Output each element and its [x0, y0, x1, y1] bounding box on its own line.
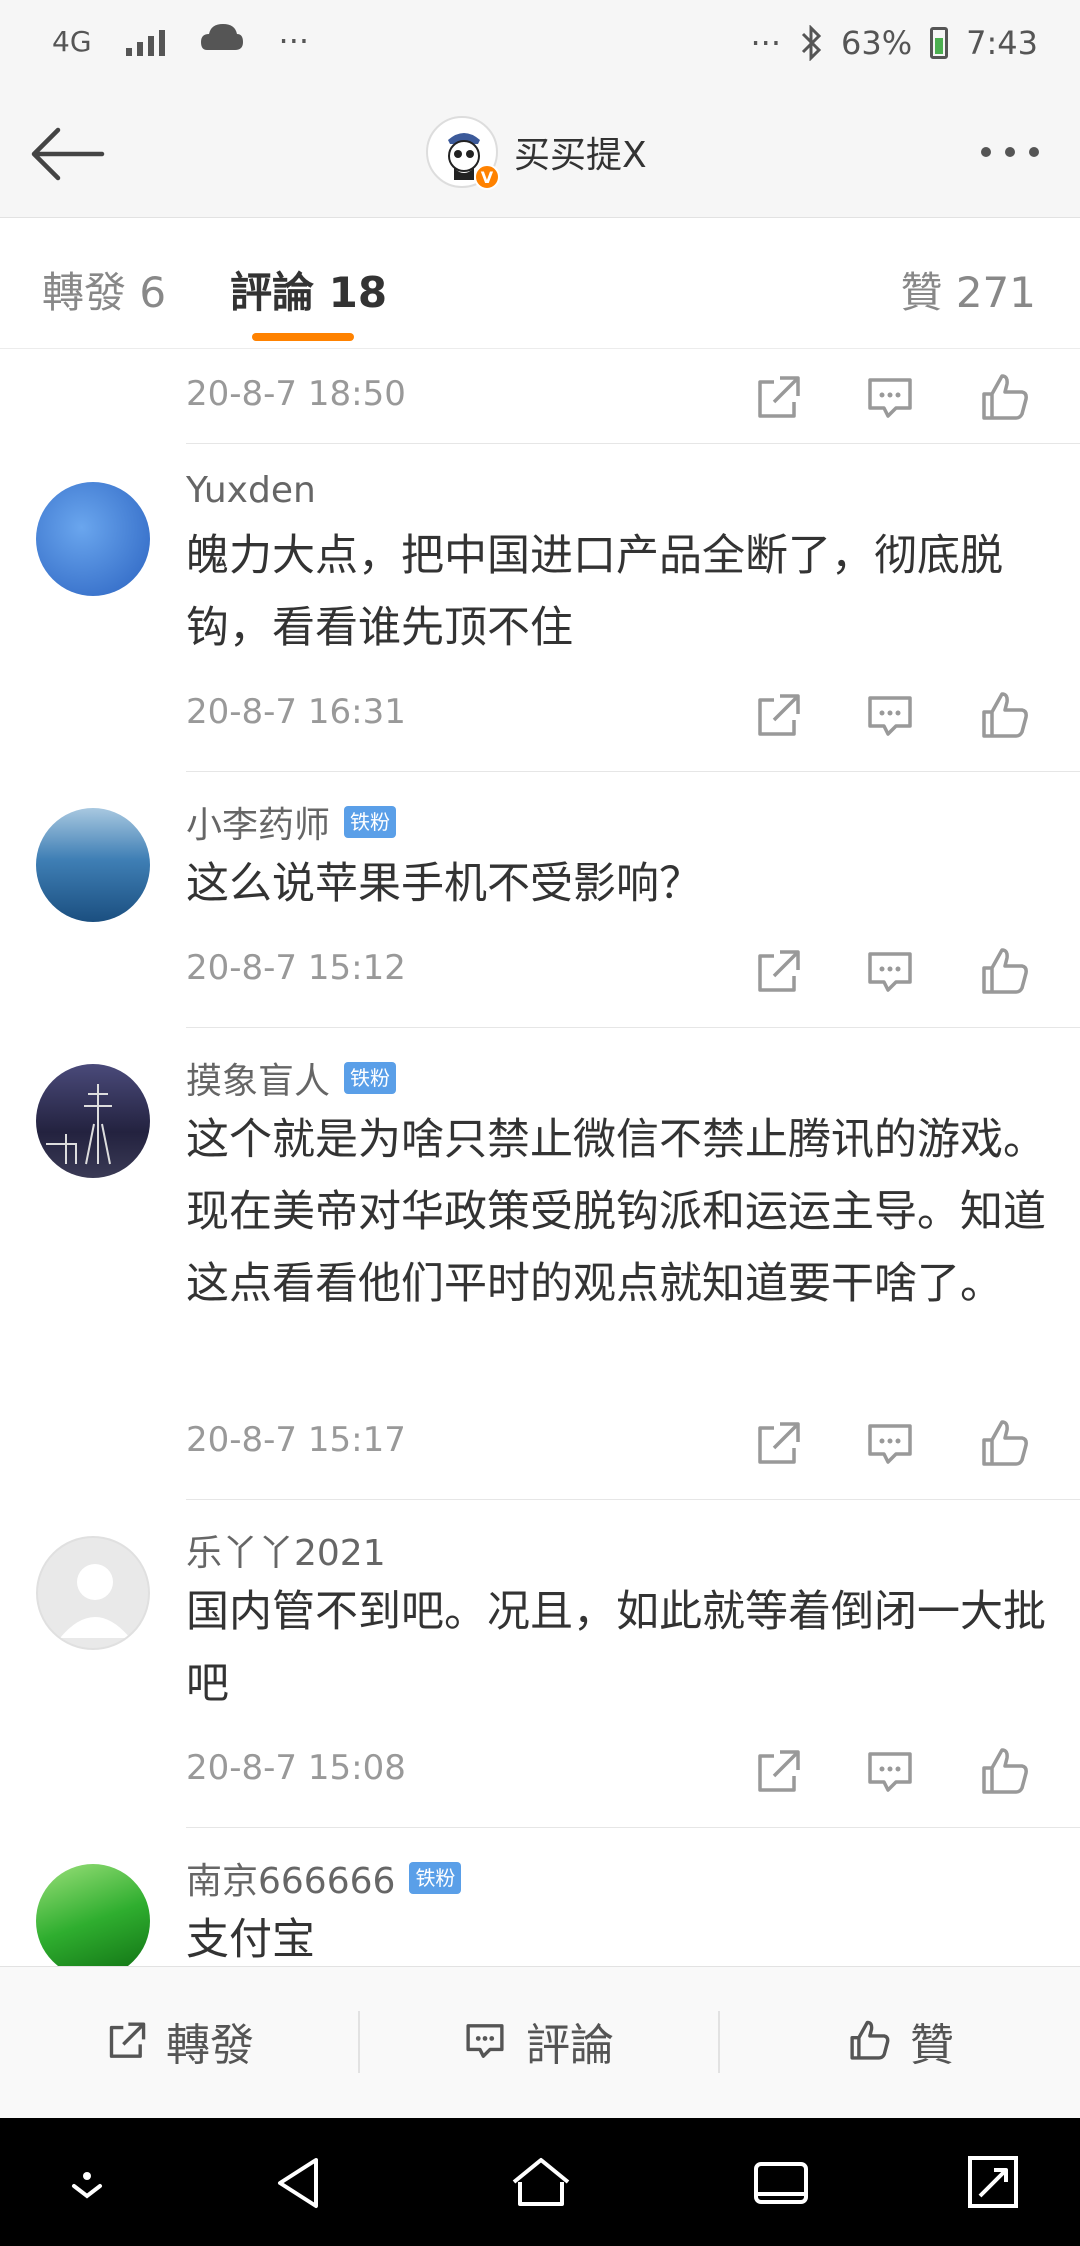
status-bar: 4G ··· ··· 63% 7:43	[0, 0, 1080, 90]
back-icon[interactable]	[266, 2148, 336, 2218]
nav-bar: V 买买提X	[0, 90, 1080, 218]
tower-silhouette-icon	[46, 1084, 112, 1165]
username-text[interactable]: 摸象盲人	[186, 1052, 330, 1104]
fan-badge: 铁粉	[409, 1862, 462, 1894]
avatar[interactable]: V	[426, 116, 500, 190]
comment-list[interactable]: 20-8-7 18:50 Yuxden 魄力大点，把中国进口产品全断了，彻底脱钩…	[0, 350, 1080, 1966]
username-text[interactable]: 小李药师	[186, 796, 330, 848]
default-user-icon	[60, 1564, 130, 1638]
comment-actions	[744, 1742, 1054, 1802]
active-tab-indicator	[252, 333, 354, 341]
comment-username[interactable]: 小李药师 铁粉	[186, 796, 397, 848]
page-title: 买买提X	[514, 135, 647, 176]
signal-icon	[125, 26, 165, 56]
comment-icon[interactable]	[858, 1414, 922, 1474]
tab-reposts[interactable]: 轉發 6	[42, 259, 166, 320]
share-icon[interactable]	[744, 1742, 808, 1802]
comment-username[interactable]: 乐丫丫2021	[186, 1524, 386, 1576]
comment-actions	[744, 686, 1054, 746]
verified-badge: V	[474, 164, 500, 190]
thumbs-up-icon[interactable]	[972, 368, 1036, 428]
share-icon[interactable]	[744, 368, 808, 428]
comment-actions	[744, 368, 1054, 428]
status-right-dots: ···	[750, 24, 782, 62]
repost-button[interactable]: 轉發	[98, 2009, 254, 2073]
username-text[interactable]: Yuxden	[186, 470, 316, 511]
comment-button[interactable]: 評論	[458, 2009, 614, 2073]
list-item[interactable]: 小李药师 铁粉 这么说苹果手机不受影响？ 20-8-7 15:12	[0, 772, 1080, 1028]
comment-time: 20-8-7 15:17	[186, 1420, 406, 1460]
comment-text: 这个就是为啥只禁止微信不禁止腾讯的游戏。现在美帝对华政策受脱钩派和运运主导。知道…	[186, 1115, 1046, 1309]
tab-comments[interactable]: 評論 18	[230, 259, 387, 320]
clock: 7:43	[966, 24, 1038, 62]
comment-text: 这么说苹果手机不受影响？	[186, 859, 702, 909]
username-text[interactable]: 乐丫丫2021	[186, 1524, 386, 1576]
battery-icon	[930, 27, 949, 59]
recent-apps-icon[interactable]	[746, 2148, 816, 2218]
back-arrow-icon[interactable]	[28, 114, 108, 194]
thumbs-up-icon	[850, 2020, 890, 2060]
comment-time: 20-8-7 16:31	[186, 692, 406, 732]
thumbs-up-icon[interactable]	[972, 1742, 1036, 1802]
comment-label: 評論	[526, 2020, 614, 2071]
cloud-app-icon	[200, 24, 243, 50]
like-button[interactable]: 贊	[842, 2009, 954, 2073]
comment-actions	[744, 942, 1054, 1002]
comment-text: 魄力大点，把中国进口产品全断了，彻底脱钩，看看谁先顶不住	[186, 531, 1003, 653]
nav-user[interactable]: V 买买提X	[426, 116, 647, 190]
fan-badge: 铁粉	[344, 806, 397, 838]
comment-actions	[744, 1414, 1054, 1474]
more-dots-icon[interactable]	[970, 132, 1050, 172]
comment-icon[interactable]	[858, 368, 922, 428]
status-left: 4G ···	[52, 22, 309, 60]
share-icon[interactable]	[744, 1414, 808, 1474]
divider	[718, 2011, 720, 2073]
comment-username[interactable]: Yuxden	[186, 470, 316, 511]
list-item[interactable]: Yuxden 魄力大点，把中国进口产品全断了，彻底脱钩，看看谁先顶不住 20-8…	[0, 444, 1080, 772]
avatar[interactable]	[36, 1864, 150, 1966]
share-icon[interactable]	[744, 942, 808, 1002]
thumbs-up-icon[interactable]	[972, 686, 1036, 746]
avatar[interactable]	[36, 808, 150, 922]
list-item[interactable]: 南京666666 铁粉 支付宝	[0, 1828, 1080, 1966]
share-icon[interactable]	[744, 686, 808, 746]
status-right: ··· 63% 7:43	[751, 24, 1039, 62]
comment-time: 20-8-7 15:12	[186, 948, 406, 988]
repost-label: 轉發	[166, 2020, 254, 2071]
fan-badge: 铁粉	[344, 1062, 397, 1094]
home-icon[interactable]	[506, 2148, 576, 2218]
comment-icon	[466, 2024, 504, 2058]
list-item[interactable]: 摸象盲人 铁粉 这个就是为啥只禁止微信不禁止腾讯的游戏。现在美帝对华政策受脱钩派…	[0, 1028, 1080, 1500]
screen-expand-icon[interactable]	[958, 2148, 1028, 2218]
avatar[interactable]	[36, 1536, 150, 1650]
battery-percent: 63%	[841, 24, 913, 62]
comment-icon[interactable]	[858, 686, 922, 746]
bluetooth-icon	[801, 25, 822, 61]
comment-text: 国内管不到吧。况且，如此就等着倒闭一大批吧	[186, 1587, 1046, 1709]
comment-text: 支付宝	[186, 1915, 315, 1965]
list-item: 20-8-7 18:50	[0, 350, 1080, 444]
comment-icon[interactable]	[858, 942, 922, 1002]
tab-bar: 轉發 6 評論 18 贊 271	[0, 219, 1080, 349]
share-icon	[109, 2022, 146, 2058]
status-left-dots: ···	[278, 22, 310, 60]
username-text[interactable]: 南京666666	[186, 1852, 395, 1904]
divider	[358, 2011, 360, 2073]
comment-time: 20-8-7 15:08	[186, 1748, 406, 1788]
comment-icon[interactable]	[858, 1742, 922, 1802]
system-nav-bar	[0, 2118, 1080, 2246]
list-item[interactable]: 乐丫丫2021 国内管不到吧。况且，如此就等着倒闭一大批吧 20-8-7 15:…	[0, 1500, 1080, 1828]
network-indicator: 4G	[52, 24, 92, 58]
avatar[interactable]	[36, 1064, 150, 1178]
tab-likes[interactable]: 贊 271	[900, 259, 1036, 320]
bottom-action-bar: 轉發 評論 贊	[0, 1966, 1080, 2118]
thumbs-up-icon[interactable]	[972, 1414, 1036, 1474]
comment-username[interactable]: 摸象盲人 铁粉	[186, 1052, 397, 1104]
thumbs-up-icon[interactable]	[972, 942, 1036, 1002]
comment-username[interactable]: 南京666666 铁粉	[186, 1852, 462, 1904]
comment-time: 20-8-7 18:50	[186, 374, 406, 414]
like-label: 贊	[910, 2020, 954, 2071]
avatar[interactable]	[36, 482, 150, 596]
collapse-icon[interactable]	[52, 2148, 122, 2218]
